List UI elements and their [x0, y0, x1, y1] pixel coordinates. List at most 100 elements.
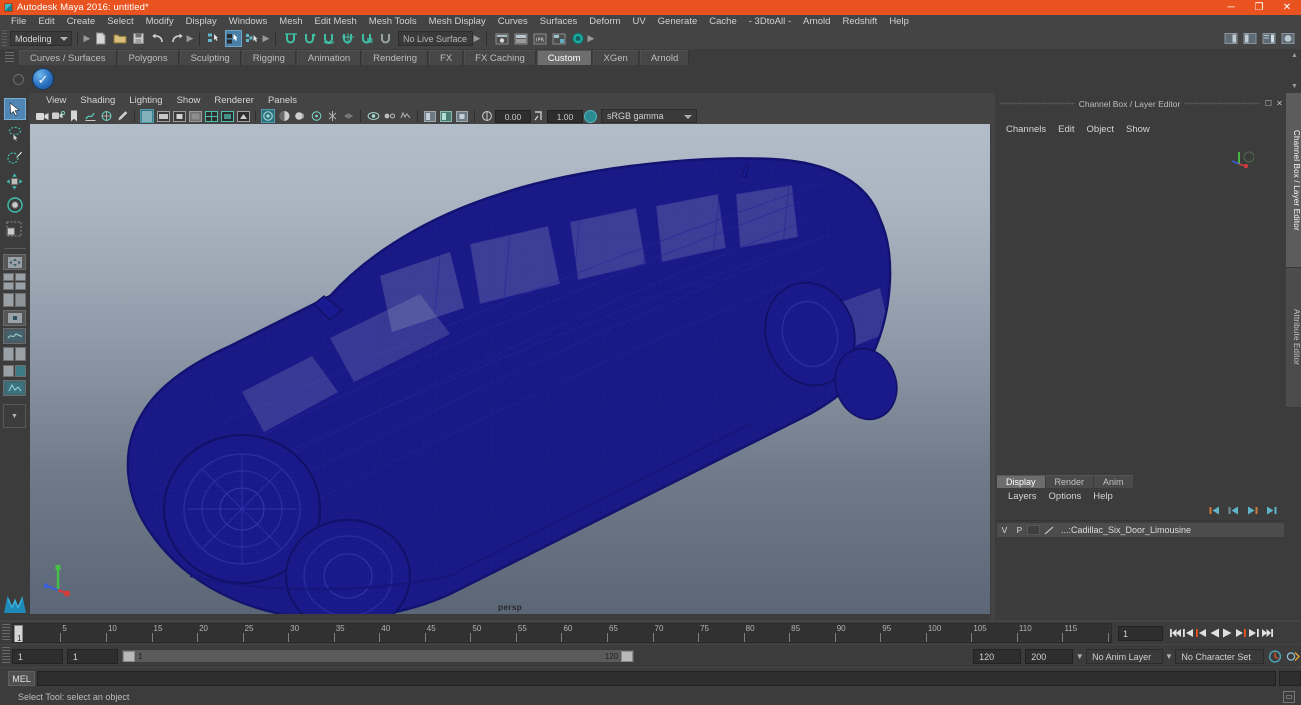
menu-edit[interactable]: Edit: [32, 15, 60, 28]
command-feedback-icon[interactable]: ▭: [1283, 690, 1295, 703]
menu-deform[interactable]: Deform: [583, 15, 626, 28]
channel-box-content[interactable]: [997, 138, 1284, 468]
shelf-scroll-arrows[interactable]: ▲ ▼: [1290, 52, 1299, 90]
make-live-icon[interactable]: [377, 30, 394, 47]
three-pane-layout[interactable]: [3, 346, 27, 362]
panel-view-icon-2[interactable]: [439, 109, 453, 123]
anim-layer-selector[interactable]: No Anim Layer: [1086, 648, 1163, 664]
panel-view-icon-1[interactable]: [423, 109, 437, 123]
isolate-select-icon[interactable]: [341, 109, 355, 123]
menu-create[interactable]: Create: [61, 15, 102, 28]
select-by-object-type-icon[interactable]: [225, 30, 242, 47]
shelf-tab-fx-caching[interactable]: FX Caching: [464, 50, 536, 65]
scale-tool[interactable]: [4, 218, 26, 240]
viewport-menu-lighting[interactable]: Lighting: [122, 95, 169, 106]
new-scene-icon[interactable]: [92, 30, 109, 47]
shelf-options-icon[interactable]: [13, 73, 24, 85]
xray-joints-icon[interactable]: [382, 109, 396, 123]
layer-color-swatch[interactable]: [1042, 525, 1058, 535]
shelf-tab-rendering[interactable]: Rendering: [362, 50, 428, 65]
undo-icon[interactable]: [149, 30, 166, 47]
shadows-icon[interactable]: [261, 109, 275, 123]
menu-file[interactable]: File: [5, 15, 32, 28]
channelbox-menu-edit[interactable]: Edit: [1052, 124, 1080, 135]
collapse-arrow-icon-3[interactable]: ▶: [262, 33, 270, 44]
layer-menu-help[interactable]: Help: [1087, 491, 1119, 502]
range-slider-grip[interactable]: [2, 647, 10, 665]
range-start-field[interactable]: 1: [66, 648, 118, 664]
go-to-start-icon[interactable]: [1169, 626, 1182, 641]
animation-preferences-icon[interactable]: [1285, 650, 1301, 663]
close-icon[interactable]: ✕: [1275, 99, 1284, 108]
shaded-wireframe-icon[interactable]: [204, 109, 218, 123]
gamma-icon[interactable]: [532, 109, 546, 123]
layer-tab-render[interactable]: Render: [1045, 475, 1094, 488]
range-slider[interactable]: 1 120: [120, 649, 636, 663]
menu-generate[interactable]: Generate: [652, 15, 704, 28]
two-pane-side-layout[interactable]: [3, 292, 27, 308]
command-result-field[interactable]: [1279, 670, 1301, 686]
menu-redshift[interactable]: Redshift: [836, 15, 883, 28]
layer-menu-options[interactable]: Options: [1043, 491, 1088, 502]
paint-select-tool[interactable]: [4, 146, 26, 168]
play-backwards-icon[interactable]: [1208, 626, 1221, 641]
step-forward-key-icon[interactable]: [1247, 626, 1260, 641]
smooth-shade-selected-icon[interactable]: [172, 109, 186, 123]
viewport-menu-panels[interactable]: Panels: [261, 95, 304, 106]
snap-to-point-icon[interactable]: [320, 30, 337, 47]
snap-to-grid-icon[interactable]: [282, 30, 299, 47]
menu-cache[interactable]: Cache: [703, 15, 742, 28]
side-tab-channel-box-layer-editor[interactable]: Channel Box / Layer Editor: [1286, 93, 1301, 268]
auto-keyframe-icon[interactable]: [1268, 649, 1284, 663]
render-settings-icon[interactable]: [550, 30, 567, 47]
channelbox-menu-show[interactable]: Show: [1120, 124, 1156, 135]
shelf-tab-animation[interactable]: Animation: [296, 50, 362, 65]
xray-active-components-icon[interactable]: [398, 109, 412, 123]
more-layouts[interactable]: ▼: [3, 404, 26, 428]
textured-icon[interactable]: [220, 109, 234, 123]
character-set-selector[interactable]: No Character Set: [1175, 648, 1264, 664]
snap-to-curve-icon[interactable]: [301, 30, 318, 47]
single-perspective-layout[interactable]: [3, 254, 26, 270]
ipr-icon[interactable]: IPR: [531, 30, 548, 47]
viewport-canvas[interactable]: persp: [30, 124, 990, 614]
status-line-grip[interactable]: [2, 30, 7, 47]
scroll-down-icon[interactable]: ▼: [1291, 83, 1298, 90]
xray-icon[interactable]: [366, 109, 380, 123]
snap-to-projected-center-icon[interactable]: [339, 30, 356, 47]
layer-playback-toggle[interactable]: P: [1012, 525, 1027, 535]
collapse-arrow-icon-4[interactable]: ▶: [473, 33, 481, 44]
layer-visibility-toggle[interactable]: V: [997, 525, 1012, 535]
menu-arnold[interactable]: Arnold: [797, 15, 836, 28]
command-input[interactable]: [37, 670, 1276, 686]
layer-tab-anim[interactable]: Anim: [1094, 475, 1133, 488]
color-management-icon[interactable]: [584, 109, 597, 123]
depth-of-field-icon[interactable]: [325, 109, 339, 123]
current-frame-field[interactable]: 1: [1118, 625, 1163, 641]
time-slider[interactable]: 1 5 10 15 20 25 30 35 40 45 50 55 60 65 70 75 80 85 90 95 1…: [12, 623, 1112, 643]
step-back-key-icon[interactable]: [1182, 626, 1195, 641]
layer-menu-layers[interactable]: Layers: [1002, 491, 1043, 502]
move-layer-down-icon[interactable]: [1227, 505, 1240, 516]
four-view-layout[interactable]: [3, 272, 27, 290]
chevron-down-icon-playback[interactable]: ▼: [1073, 652, 1086, 661]
scroll-up-icon[interactable]: ▲: [1291, 52, 1298, 59]
close-button[interactable]: ✕: [1273, 0, 1301, 15]
open-scene-icon[interactable]: [111, 30, 128, 47]
panel-view-icon-3[interactable]: [455, 109, 469, 123]
rotate-tool[interactable]: [4, 194, 26, 216]
ambient-occlusion-icon[interactable]: [277, 109, 291, 123]
viewport-menu-show[interactable]: Show: [170, 95, 208, 106]
show-hide-channel-box-icon[interactable]: [1260, 30, 1277, 47]
anim-end-field[interactable]: 200: [1025, 648, 1074, 664]
flat-shade-icon[interactable]: [188, 109, 202, 123]
shelf-tab-sculpting[interactable]: Sculpting: [179, 50, 241, 65]
undock-icon[interactable]: ☐: [1264, 99, 1273, 108]
shelf-tab-fx[interactable]: FX: [429, 50, 464, 65]
exposure-icon[interactable]: [480, 109, 494, 123]
show-hide-modeling-toolkit-icon[interactable]: [1279, 30, 1296, 47]
collapse-arrow-icon-5[interactable]: ▶: [587, 33, 595, 44]
range-handle-left[interactable]: [122, 650, 135, 662]
select-by-component-type-icon[interactable]: [244, 30, 261, 47]
shelf-tab-xgen[interactable]: XGen: [592, 50, 639, 65]
